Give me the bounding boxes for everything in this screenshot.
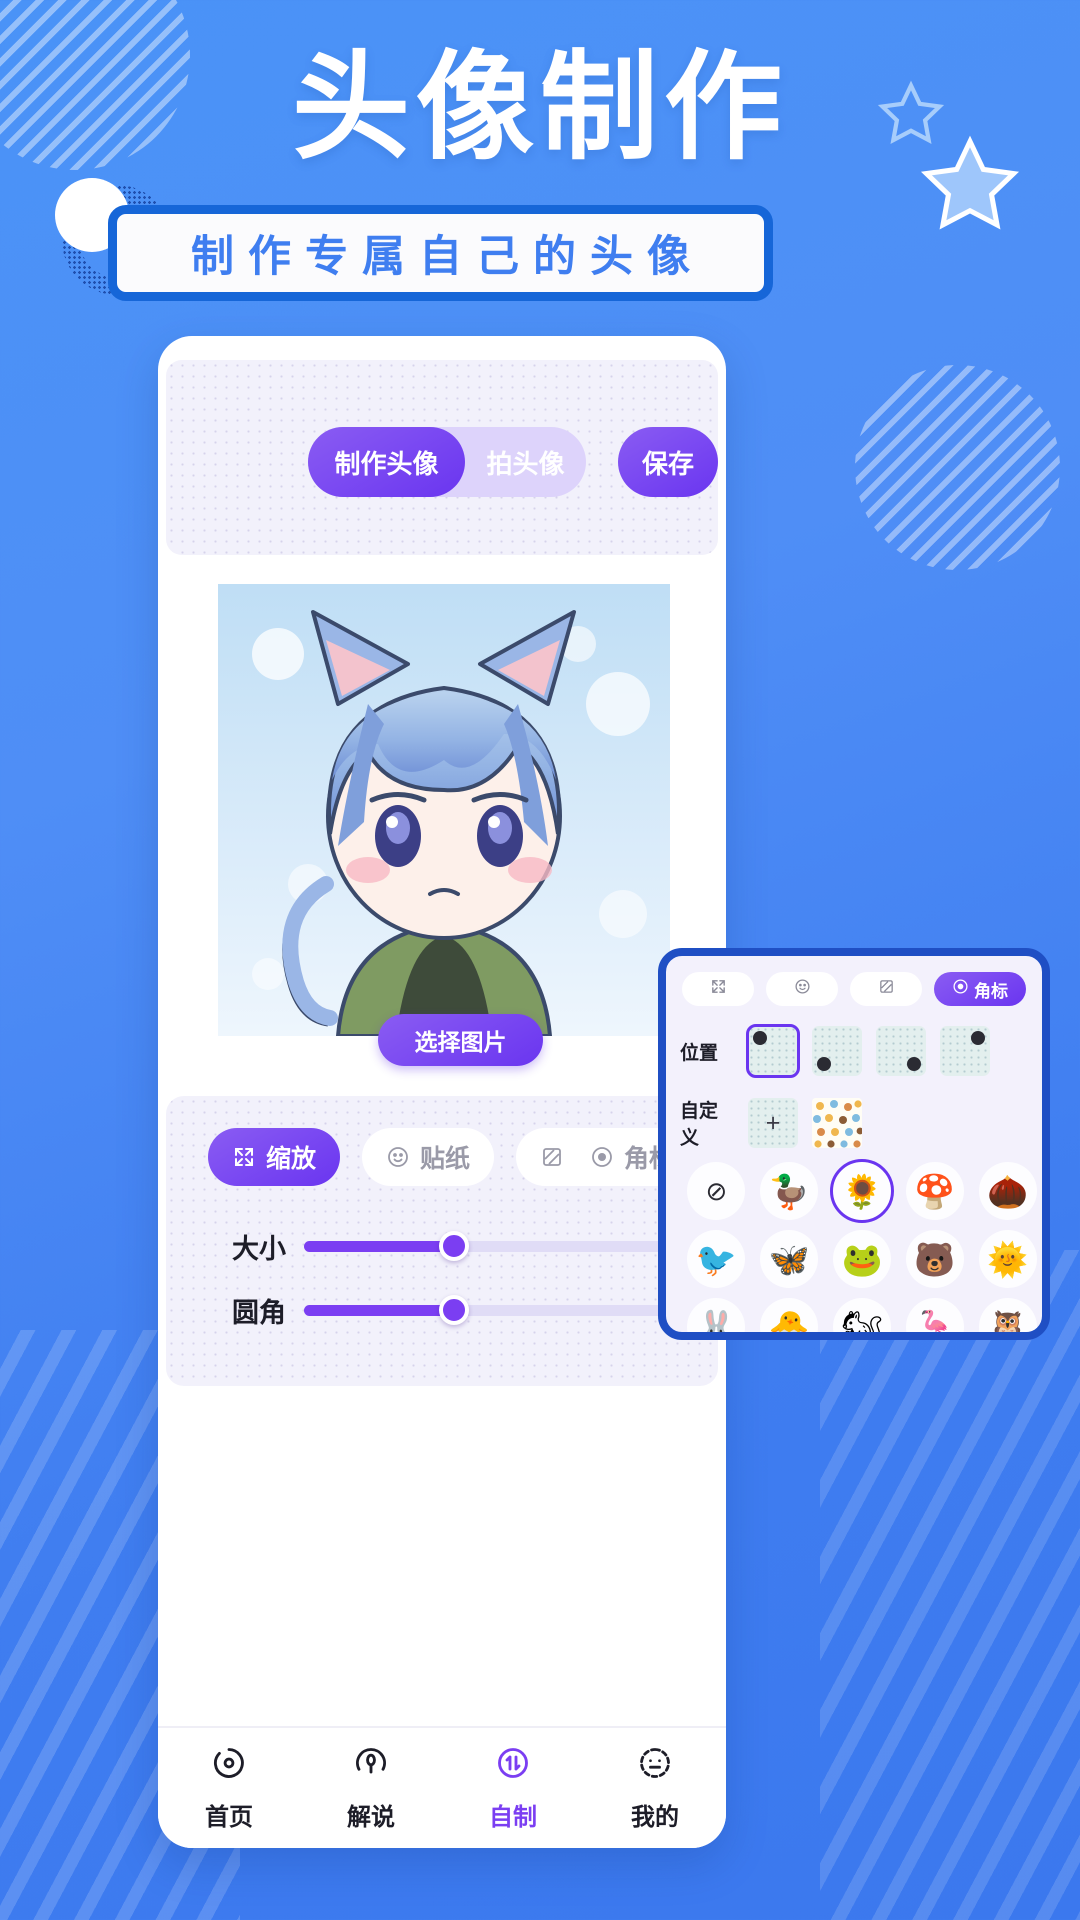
subtitle-banner: 制作专属自己的头像 (108, 205, 773, 301)
anime-cat-girl-illustration (218, 584, 670, 1036)
nav-item-mine[interactable]: 我的 (595, 1745, 715, 1832)
shrink-icon (710, 978, 727, 1000)
slider-knob-size[interactable] (438, 1231, 469, 1261)
nav-item-home[interactable]: 首页 (169, 1745, 289, 1832)
slider-label-radius: 圆角 (232, 1297, 286, 1328)
position-option-top-left[interactable] (746, 1024, 800, 1078)
stripe-circle-decoration-right (855, 365, 1060, 570)
sticker-grid: ⊘ 🦆 🌻 🍄 🌰 🐦 🦋 🐸 🐻 🌞 🐰 🐣 🐿 🦩 🦉 (680, 1159, 1042, 1332)
position-option-bottom-right[interactable] (876, 1026, 926, 1076)
slider-row-radius: 圆角 (208, 1288, 678, 1332)
arrows-circle-icon (495, 1745, 531, 1788)
custom-label: 自定义 (680, 1101, 719, 1149)
tab-shoot-avatar[interactable]: 拍头像 (465, 427, 586, 497)
sticker-flamingo[interactable]: 🦩 (905, 1298, 964, 1332)
sticker-squirrel[interactable]: 🐿 (832, 1298, 891, 1332)
position-option-top-right[interactable] (940, 1026, 990, 1076)
corner-dot-icon (907, 1057, 921, 1071)
hatched-square-icon (540, 1145, 564, 1169)
face-icon (637, 1745, 673, 1788)
sticker-hatching-chick[interactable]: 🐣 (760, 1298, 819, 1332)
sticker-mushroom[interactable]: 🍄 (905, 1162, 964, 1220)
custom-row: 自定义 + (680, 1096, 862, 1150)
corner-badge-popup: 角标 位置 自定义 + ⊘ 🦆 🌻 🍄 🌰 🐦 🦋 🐸 🐻 🌞 🐰 🐣 🐿 🦩 … (658, 948, 1050, 1340)
nav-item-diy-label: 自制 (489, 1803, 537, 1831)
nav-item-diy[interactable]: 自制 (453, 1745, 573, 1832)
sticker-rabbit[interactable]: 🐰 (687, 1298, 746, 1332)
page-title: 头像制作 (291, 42, 788, 174)
tool-button-scale[interactable]: 缩放 (208, 1128, 341, 1186)
corner-dot-icon (971, 1031, 985, 1045)
subtitle-text: 制作专属自己的头像 (191, 233, 704, 281)
slider-knob-radius[interactable] (438, 1295, 469, 1325)
sticker-bluebird[interactable]: 🐦 (687, 1230, 746, 1288)
nav-item-mine-label: 我的 (631, 1803, 679, 1831)
avatar-preview-image[interactable] (218, 584, 670, 1036)
slider-fill-size (304, 1240, 454, 1252)
sticker-owl[interactable]: 🦉 (978, 1298, 1037, 1332)
position-label: 位置 (680, 1042, 719, 1064)
nav-item-home-label: 首页 (205, 1803, 253, 1831)
slider-row-size: 大小 (208, 1224, 678, 1268)
corner-dot-icon (817, 1057, 831, 1071)
button-pattern-icon (812, 1098, 862, 1148)
slider-track-size[interactable] (304, 1231, 678, 1261)
popup-tab-background[interactable] (850, 972, 922, 1006)
nav-item-commentary[interactable]: 解说 (311, 1745, 431, 1832)
popup-tab-scale[interactable] (682, 972, 754, 1006)
tab-make-avatar[interactable]: 制作头像 (308, 427, 465, 497)
slider-label-size: 大小 (232, 1233, 286, 1264)
popup-tab-corner-badge[interactable]: 角标 (934, 972, 1026, 1006)
mic-circle-icon (353, 1745, 389, 1788)
sticker-bear[interactable]: 🐻 (905, 1230, 964, 1288)
sticker-none[interactable]: ⊘ (687, 1162, 746, 1220)
popup-tab-corner-badge-label: 角标 (974, 981, 1008, 1001)
popup-tab-sticker[interactable] (766, 972, 838, 1006)
disc-icon (211, 1745, 247, 1788)
phone-mockup: 制作头像 拍头像 保存 选择图片 缩放 贴纸 角标 大小 圆角 首页 解说 自制… (158, 336, 726, 1848)
sticker-flower[interactable]: 🌻 (829, 1159, 894, 1223)
target-dot-icon (952, 978, 969, 1000)
slider-fill-radius (304, 1304, 454, 1316)
position-option-bottom-left[interactable] (812, 1026, 862, 1076)
bottom-navigation-bar: 首页 解说 自制 我的 (158, 1726, 726, 1848)
smiley-icon (794, 978, 811, 1000)
select-image-button[interactable]: 选择图片 (378, 1014, 543, 1066)
nav-item-commentary-label: 解说 (347, 1803, 395, 1831)
slider-track-radius[interactable] (304, 1295, 678, 1325)
target-dot-icon (590, 1145, 614, 1169)
position-row: 位置 (680, 1024, 990, 1078)
tool-button-sticker-label: 贴纸 (420, 1145, 471, 1173)
sticker-acorn[interactable]: 🌰 (978, 1162, 1037, 1220)
app-topbar: 制作头像 拍头像 保存 (166, 360, 718, 555)
shrink-icon (232, 1145, 256, 1169)
sticker-frog[interactable]: 🐸 (832, 1230, 891, 1288)
save-button[interactable]: 保存 (618, 427, 718, 497)
custom-add-button[interactable]: + (748, 1098, 798, 1148)
no-sticker-icon: ⊘ (705, 1176, 728, 1206)
hatched-square-icon (878, 978, 895, 1000)
tool-button-scale-label: 缩放 (266, 1145, 317, 1173)
corner-dot-icon (753, 1031, 767, 1045)
tool-panel: 缩放 贴纸 背景 (166, 1096, 718, 1386)
tab-group: 制作头像 拍头像 (308, 427, 586, 497)
sticker-sun[interactable]: 🌞 (978, 1230, 1037, 1288)
tool-button-sticker[interactable]: 贴纸 (362, 1128, 495, 1186)
sticker-duck[interactable]: 🦆 (760, 1162, 819, 1220)
custom-pattern-thumbnail[interactable] (812, 1098, 862, 1148)
diagonal-stripes-decoration-right (820, 1250, 1080, 1920)
popup-tab-row: 角标 (682, 972, 1040, 1006)
sticker-butterfly[interactable]: 🦋 (760, 1230, 819, 1288)
smiley-icon (386, 1145, 410, 1169)
